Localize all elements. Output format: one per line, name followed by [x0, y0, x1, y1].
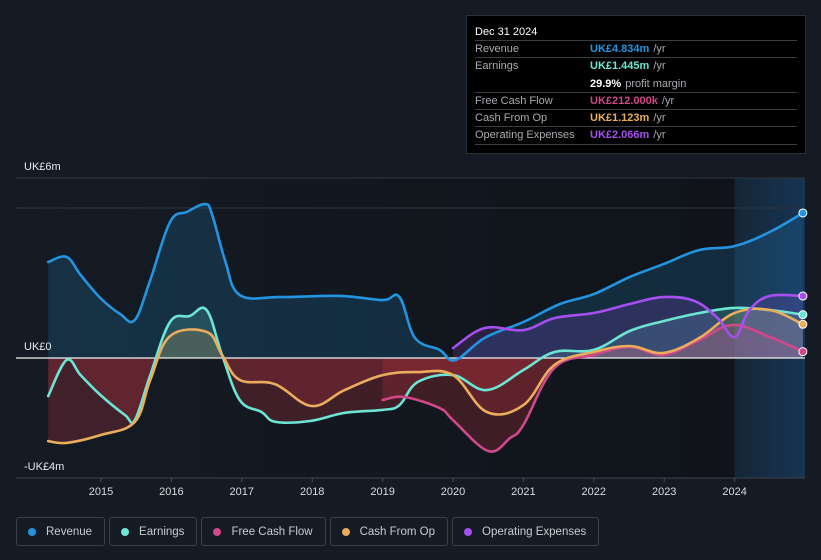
tooltip-row-revenue: Revenue UK£4.834m /yr: [475, 41, 797, 59]
legend-label: Operating Expenses: [482, 525, 587, 538]
y-axis-label: UK£6m: [24, 161, 61, 173]
tooltip-date: Dec 31 2024: [475, 24, 797, 41]
x-tick-label: 2024: [722, 486, 746, 498]
chart-legend: Revenue Earnings Free Cash Flow Cash Fro…: [16, 517, 600, 546]
end-marker-operating-expenses: [798, 291, 808, 301]
tooltip-label: Free Cash Flow: [475, 94, 553, 107]
tooltip-value: UK£2.066m: [590, 129, 650, 142]
tooltip-panel: Dec 31 2024 Revenue UK£4.834m /yr Earnin…: [466, 15, 806, 154]
tooltip-value: UK£1.445m: [590, 60, 650, 73]
tooltip-unit: /yr: [653, 43, 666, 55]
x-tick-label: 2020: [441, 486, 465, 498]
tooltip-row-free-cash-flow: Free Cash Flow UK£212.000k /yr: [475, 93, 797, 111]
x-tick-label: 2019: [370, 486, 394, 498]
end-marker-free-cash-flow: [798, 347, 808, 357]
tooltip-label: Cash From Op: [475, 112, 548, 125]
legend-dot-icon: [121, 527, 130, 536]
legend-dot-icon: [213, 527, 222, 536]
legend-item-revenue[interactable]: Revenue: [16, 517, 106, 546]
end-marker-earnings: [798, 310, 808, 320]
x-tick-label: 2021: [511, 486, 535, 498]
end-marker-cash-from-op: [798, 319, 808, 329]
legend-item-cash-from-op[interactable]: Cash From Op: [329, 517, 449, 546]
x-tick-label: 2023: [652, 486, 676, 498]
legend-dot-icon: [464, 527, 473, 536]
tooltip-value: UK£4.834m: [590, 43, 650, 55]
legend-dot-icon: [341, 527, 350, 536]
tooltip-row-earnings: Earnings UK£1.445m /yr: [475, 58, 797, 75]
tooltip-unit: profit margin: [625, 77, 687, 90]
tooltip-value: 29.9%: [590, 77, 622, 90]
x-tick-label: 2016: [159, 486, 183, 498]
end-marker-revenue: [798, 208, 808, 218]
legend-label: Earnings: [139, 525, 185, 538]
tooltip-unit: /yr: [653, 60, 666, 73]
tooltip-label: Earnings: [475, 60, 519, 73]
x-tick-label: 2022: [582, 486, 606, 498]
y-axis-label: UK£0: [24, 341, 52, 353]
tooltip-label: [475, 76, 590, 92]
legend-label: Cash From Op: [359, 525, 436, 538]
tooltip-label: Revenue: [475, 43, 520, 55]
tooltip-value: UK£212.000k: [590, 94, 658, 107]
legend-item-earnings[interactable]: Earnings: [109, 517, 198, 546]
tooltip-label: Operating Expenses: [475, 129, 575, 142]
y-axis-label: -UK£4m: [24, 461, 64, 473]
tooltip-unit: /yr: [653, 129, 666, 142]
legend-dot-icon: [28, 527, 36, 536]
legend-item-operating-expenses[interactable]: Operating Expenses: [452, 517, 600, 546]
legend-label: Free Cash Flow: [231, 525, 313, 538]
tooltip-value: UK£1.123m: [590, 112, 650, 125]
tooltip-unit: /yr: [661, 94, 675, 107]
x-tick-label: 2015: [89, 486, 113, 498]
tooltip-row-operating-expenses: Operating Expenses UK£2.066m /yr: [475, 127, 797, 145]
x-tick-label: 2018: [300, 486, 324, 498]
x-tick-label: 2017: [230, 486, 254, 498]
tooltip-row-profit-margin: 29.9% profit margin: [475, 76, 797, 93]
tooltip-row-cash-from-op: Cash From Op UK£1.123m /yr: [475, 110, 797, 128]
x-axis-ticks: 2015 2016 2017 2018 2019 2020 2021 2022 2023 2024: [89, 478, 747, 498]
legend-item-free-cash-flow[interactable]: Free Cash Flow: [201, 517, 326, 546]
tooltip-unit: /yr: [653, 112, 666, 125]
legend-label: Revenue: [46, 525, 93, 538]
